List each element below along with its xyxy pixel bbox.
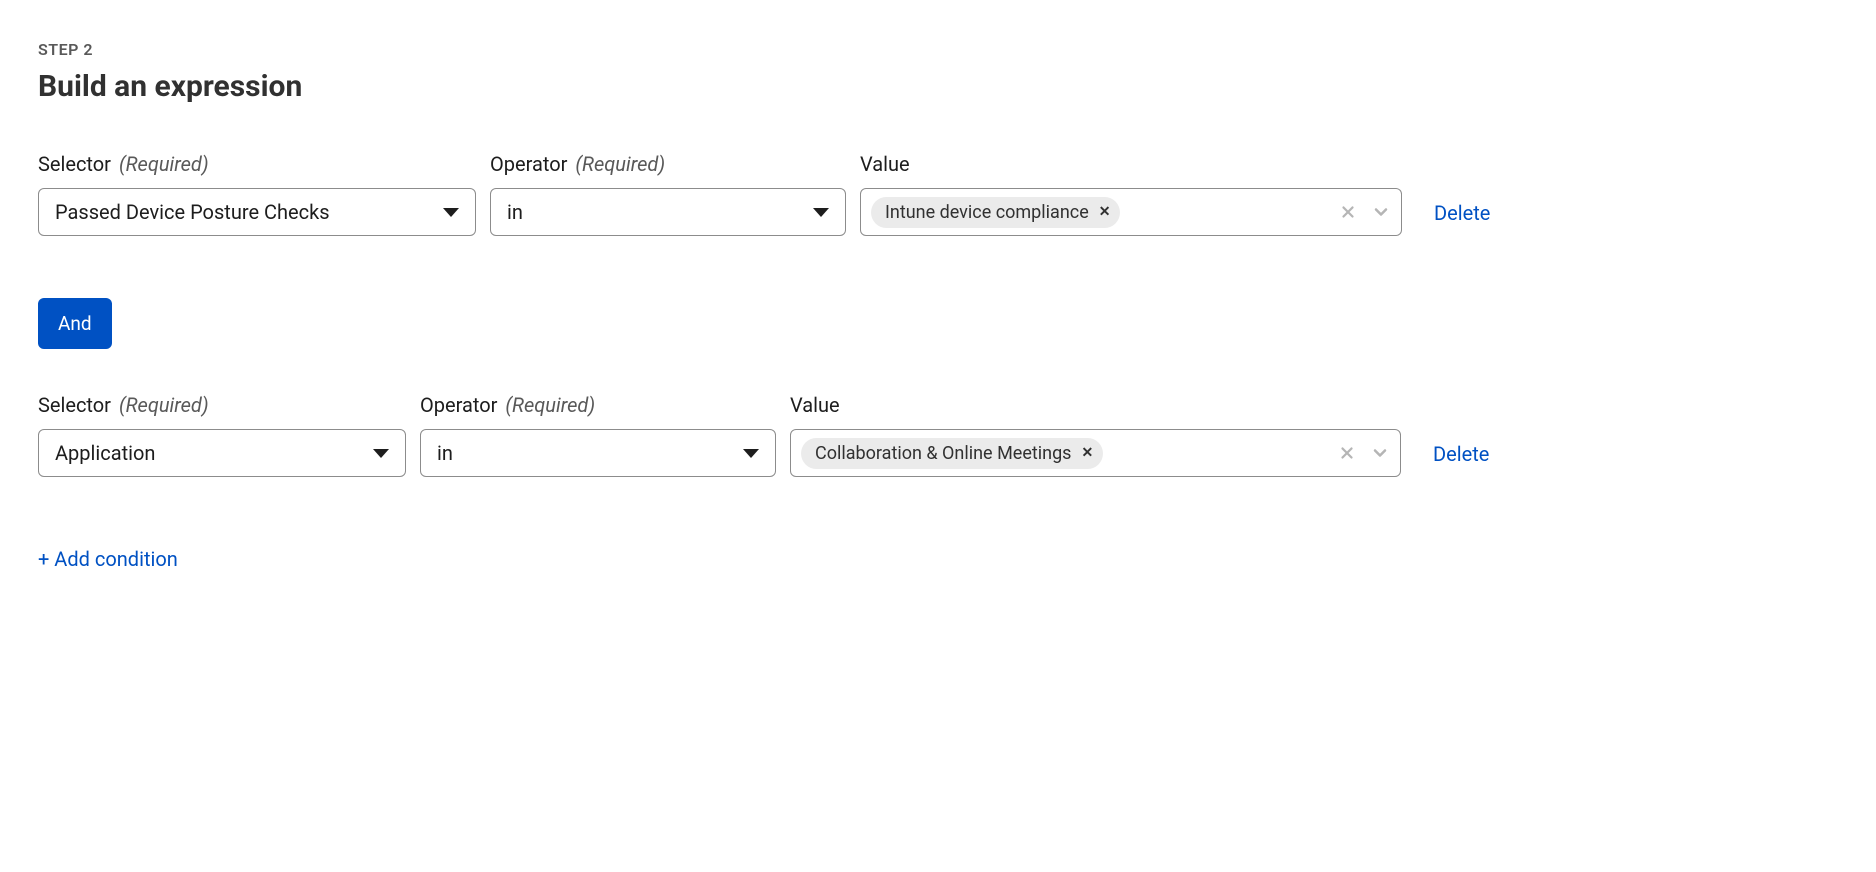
delete-button[interactable]: Delete [1415, 442, 1489, 477]
value-tag: Collaboration & Online Meetings ✕ [801, 438, 1103, 469]
value-tag-text: Collaboration & Online Meetings [815, 443, 1071, 464]
caret-down-icon [813, 208, 829, 217]
operator-value: in [507, 200, 523, 224]
selector-field-group: Selector (Required) Passed Device Postur… [38, 152, 476, 236]
value-multiselect[interactable]: Intune device compliance ✕ [860, 188, 1402, 236]
selector-value: Passed Device Posture Checks [55, 200, 330, 224]
caret-down-icon [373, 449, 389, 458]
value-label: Value [860, 152, 910, 176]
value-label-row: Value [790, 393, 1401, 417]
tag-remove-icon[interactable]: ✕ [1081, 446, 1093, 460]
value-field-group: Value Collaboration & Online Meetings ✕ [790, 393, 1401, 477]
operator-value: in [437, 441, 453, 465]
selector-field-group: Selector (Required) Application [38, 393, 406, 477]
add-condition-button[interactable]: + Add condition [38, 547, 178, 571]
operator-label: Operator [490, 152, 567, 176]
operator-field-group: Operator (Required) in [490, 152, 846, 236]
selector-value: Application [55, 441, 155, 465]
operator-required: (Required) [575, 152, 665, 176]
value-label: Value [790, 393, 840, 417]
operator-label: Operator [420, 393, 497, 417]
selector-label: Selector [38, 393, 111, 417]
caret-down-icon [443, 208, 459, 217]
selector-required: (Required) [119, 152, 209, 176]
selector-label: Selector [38, 152, 111, 176]
logic-operator-row: And [38, 298, 1838, 349]
expression-row: Selector (Required) Application Operator… [38, 393, 1838, 477]
multiselect-actions [1338, 443, 1390, 463]
logic-operator-badge[interactable]: And [38, 298, 112, 349]
selector-label-row: Selector (Required) [38, 152, 476, 176]
selector-dropdown[interactable]: Application [38, 429, 406, 477]
value-field-group: Value Intune device compliance ✕ [860, 152, 1402, 236]
tag-remove-icon[interactable]: ✕ [1099, 205, 1111, 219]
value-multiselect[interactable]: Collaboration & Online Meetings ✕ [790, 429, 1401, 477]
page-title: Build an expression [38, 69, 1838, 104]
operator-field-group: Operator (Required) in [420, 393, 776, 477]
operator-label-row: Operator (Required) [490, 152, 846, 176]
expression-row: Selector (Required) Passed Device Postur… [38, 152, 1838, 236]
chevron-down-icon[interactable] [1371, 202, 1391, 222]
step-label: STEP 2 [38, 40, 1838, 59]
clear-all-icon[interactable] [1339, 203, 1357, 221]
value-tag-text: Intune device compliance [885, 202, 1089, 223]
selector-dropdown[interactable]: Passed Device Posture Checks [38, 188, 476, 236]
clear-all-icon[interactable] [1338, 444, 1356, 462]
operator-required: (Required) [505, 393, 595, 417]
selector-required: (Required) [119, 393, 209, 417]
selector-label-row: Selector (Required) [38, 393, 406, 417]
value-label-row: Value [860, 152, 1402, 176]
chevron-down-icon[interactable] [1370, 443, 1390, 463]
value-tag: Intune device compliance ✕ [871, 197, 1120, 228]
operator-dropdown[interactable]: in [490, 188, 846, 236]
operator-dropdown[interactable]: in [420, 429, 776, 477]
operator-label-row: Operator (Required) [420, 393, 776, 417]
caret-down-icon [743, 449, 759, 458]
delete-button[interactable]: Delete [1416, 201, 1490, 236]
multiselect-actions [1339, 202, 1391, 222]
